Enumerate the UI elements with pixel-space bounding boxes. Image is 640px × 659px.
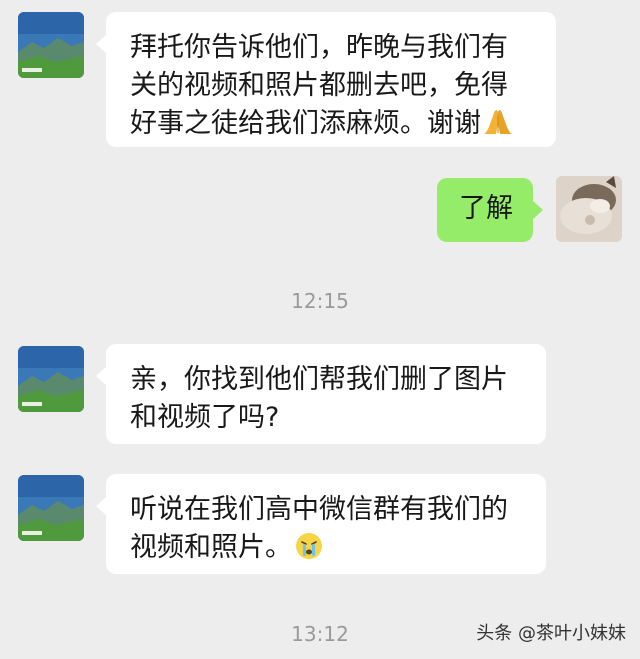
message-bubble-incoming[interactable]: 亲，你找到他们帮我们删了图片 和视频了吗? — [96, 344, 546, 444]
mountain-landscape-avatar-image — [18, 12, 84, 78]
praying-hands-icon — [483, 107, 513, 148]
message-text: 视频和照片。 — [130, 532, 292, 563]
message-text-line: 亲，你找到他们帮我们删了图片 — [130, 364, 508, 395]
contact-avatar[interactable] — [18, 346, 84, 412]
contact-avatar[interactable] — [18, 12, 84, 78]
message-text-line: 好事之徒给我们添麻烦。谢谢 — [130, 105, 534, 148]
message-text: 好事之徒给我们添麻烦。谢谢 — [130, 108, 481, 139]
contact-avatar[interactable] — [18, 475, 84, 541]
message-text-line: 和视频了吗? — [130, 402, 280, 433]
message-text-line: 听说在我们高中微信群有我们的 — [130, 494, 508, 525]
message-text-line: 视频和照片。 — [130, 529, 524, 572]
message-text-line: 了解 — [459, 193, 513, 224]
mountain-landscape-avatar-image — [18, 346, 84, 412]
my-avatar[interactable] — [556, 176, 622, 242]
message-text-line: 拜托你告诉他们，昨晚与我们有 — [130, 32, 508, 63]
message-bubble-incoming[interactable]: 拜托你告诉他们，昨晚与我们有 关的视频和照片都删去吧，免得 好事之徒给我们添麻烦… — [96, 12, 556, 148]
cat-photo-avatar-image — [556, 176, 622, 242]
message-bubble-outgoing[interactable]: 了解 — [437, 178, 543, 242]
mountain-landscape-avatar-image — [18, 475, 84, 541]
message-text-line: 关的视频和照片都删去吧，免得 — [130, 70, 508, 101]
crying-face-icon — [294, 531, 324, 572]
timestamp: 12:15 — [291, 289, 349, 313]
message-bubble-incoming[interactable]: 听说在我们高中微信群有我们的 视频和照片。 — [96, 474, 546, 574]
watermark-label: 头条 @茶叶小妹妹 — [476, 623, 626, 644]
